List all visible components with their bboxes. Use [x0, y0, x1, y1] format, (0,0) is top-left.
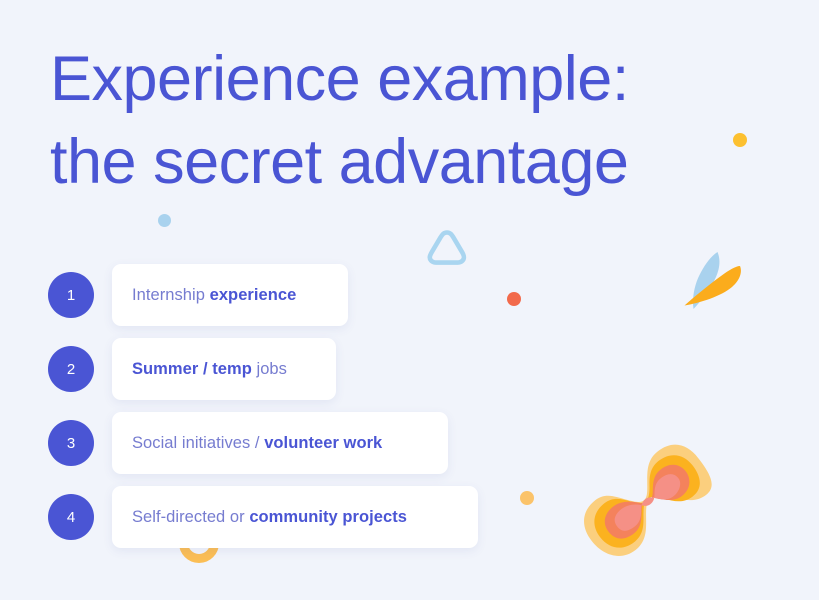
list-item[interactable]: 1 Internship experience	[48, 258, 748, 332]
list-item[interactable]: 3 Social initiatives / volunteer work	[48, 406, 748, 480]
list-item-label-bold: volunteer work	[264, 433, 383, 452]
list-item-card[interactable]: Summer / temp jobs	[112, 338, 336, 400]
list-item-label-regular: Internship	[132, 285, 210, 304]
list-item[interactable]: 4 Self-directed or community projects	[48, 480, 748, 554]
list-item-label-regular: Self-directed or	[132, 507, 250, 526]
list-item-number-badge: 2	[48, 346, 94, 392]
list-item-number-badge: 4	[48, 494, 94, 540]
experience-list: 1 Internship experience 2 Summer / temp …	[48, 258, 748, 554]
decorative-dot-blue-icon	[158, 214, 171, 227]
list-item-label: Self-directed or community projects	[132, 508, 407, 527]
list-item-label: Summer / temp jobs	[132, 360, 287, 379]
list-item-number-badge: 3	[48, 420, 94, 466]
page-title: Experience example: the secret advantage	[50, 44, 629, 198]
list-item-card[interactable]: Social initiatives / volunteer work	[112, 412, 448, 474]
list-item-card[interactable]: Self-directed or community projects	[112, 486, 478, 548]
list-item-label-bold: community projects	[249, 507, 408, 526]
poster-canvas: Experience example: the secret advantage…	[0, 0, 819, 600]
list-item-label-regular: jobs	[251, 359, 287, 378]
list-item-card[interactable]: Internship experience	[112, 264, 348, 326]
list-item-label-bold: Summer / temp	[132, 359, 252, 378]
list-item-label: Social initiatives / volunteer work	[132, 434, 382, 453]
list-item-label: Internship experience	[132, 286, 296, 305]
list-item-number-badge: 1	[48, 272, 94, 318]
list-item-label-bold: experience	[209, 285, 297, 304]
list-item[interactable]: 2 Summer / temp jobs	[48, 332, 748, 406]
list-item-label-regular: Social initiatives /	[132, 433, 265, 452]
